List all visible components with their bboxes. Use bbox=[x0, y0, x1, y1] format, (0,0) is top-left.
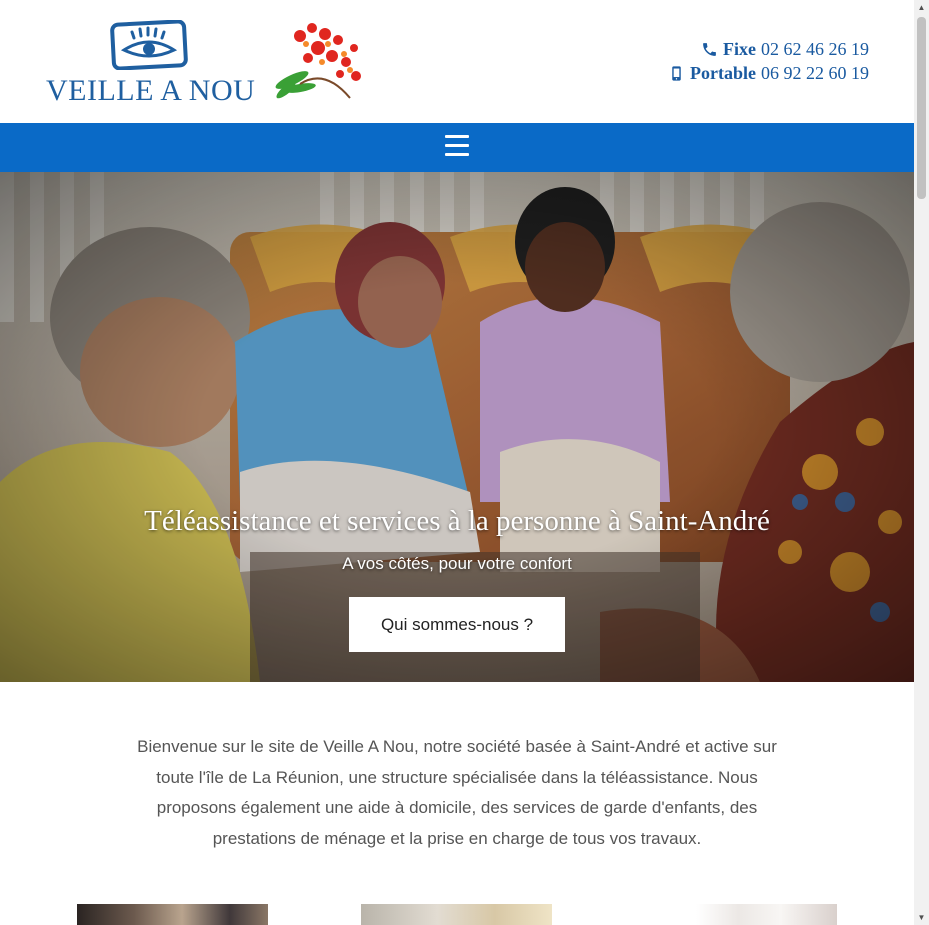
service-image-aide-domicile[interactable] bbox=[361, 904, 552, 925]
flamboyant-flower-icon bbox=[275, 23, 361, 99]
site-logo[interactable]: VEILLE A NOU bbox=[44, 18, 259, 107]
scroll-down-arrow-icon[interactable]: ▼ bbox=[914, 910, 929, 925]
hero-subtitle: A vos côtés, pour votre confort bbox=[342, 554, 572, 573]
mobile-phone-icon bbox=[672, 65, 681, 81]
service-image-teleassistance[interactable] bbox=[77, 904, 268, 925]
page-scrollbar[interactable]: ▲ ▼ bbox=[914, 0, 929, 925]
hamburger-menu-icon[interactable] bbox=[445, 135, 469, 157]
contact-info: Fixe 02 62 46 26 19 Portable 06 92 22 60… bbox=[668, 37, 869, 85]
contact-fixe[interactable]: Fixe 02 62 46 26 19 bbox=[668, 37, 869, 61]
contact-portable-label: Portable bbox=[690, 63, 756, 83]
contact-fixe-label: Fixe bbox=[723, 39, 756, 59]
about-us-button[interactable]: Qui sommes-nous ? bbox=[349, 597, 565, 652]
scroll-up-arrow-icon[interactable]: ▲ bbox=[914, 0, 929, 15]
scrollbar-thumb[interactable] bbox=[917, 17, 926, 199]
main-navbar bbox=[0, 123, 914, 172]
hero-title: Téléassistance et services à la personne… bbox=[144, 505, 770, 537]
hero-banner: Téléassistance et services à la personne… bbox=[0, 172, 914, 682]
intro-paragraph: Bienvenue sur le site de Veille A Nou, n… bbox=[137, 737, 777, 849]
contact-portable-number[interactable]: 06 92 22 60 19 bbox=[761, 61, 869, 85]
contact-fixe-number[interactable]: 02 62 46 26 19 bbox=[761, 37, 869, 61]
site-header: VEILLE A NOU Fixe 02 62 46 26 19 Portabl… bbox=[0, 0, 914, 123]
logo-text: VEILLE A NOU bbox=[46, 74, 256, 107]
eye-logo-icon bbox=[110, 20, 188, 70]
contact-portable[interactable]: Portable 06 92 22 60 19 bbox=[668, 61, 869, 85]
service-image-garde-enfants[interactable] bbox=[696, 904, 837, 925]
phone-icon bbox=[703, 42, 716, 56]
